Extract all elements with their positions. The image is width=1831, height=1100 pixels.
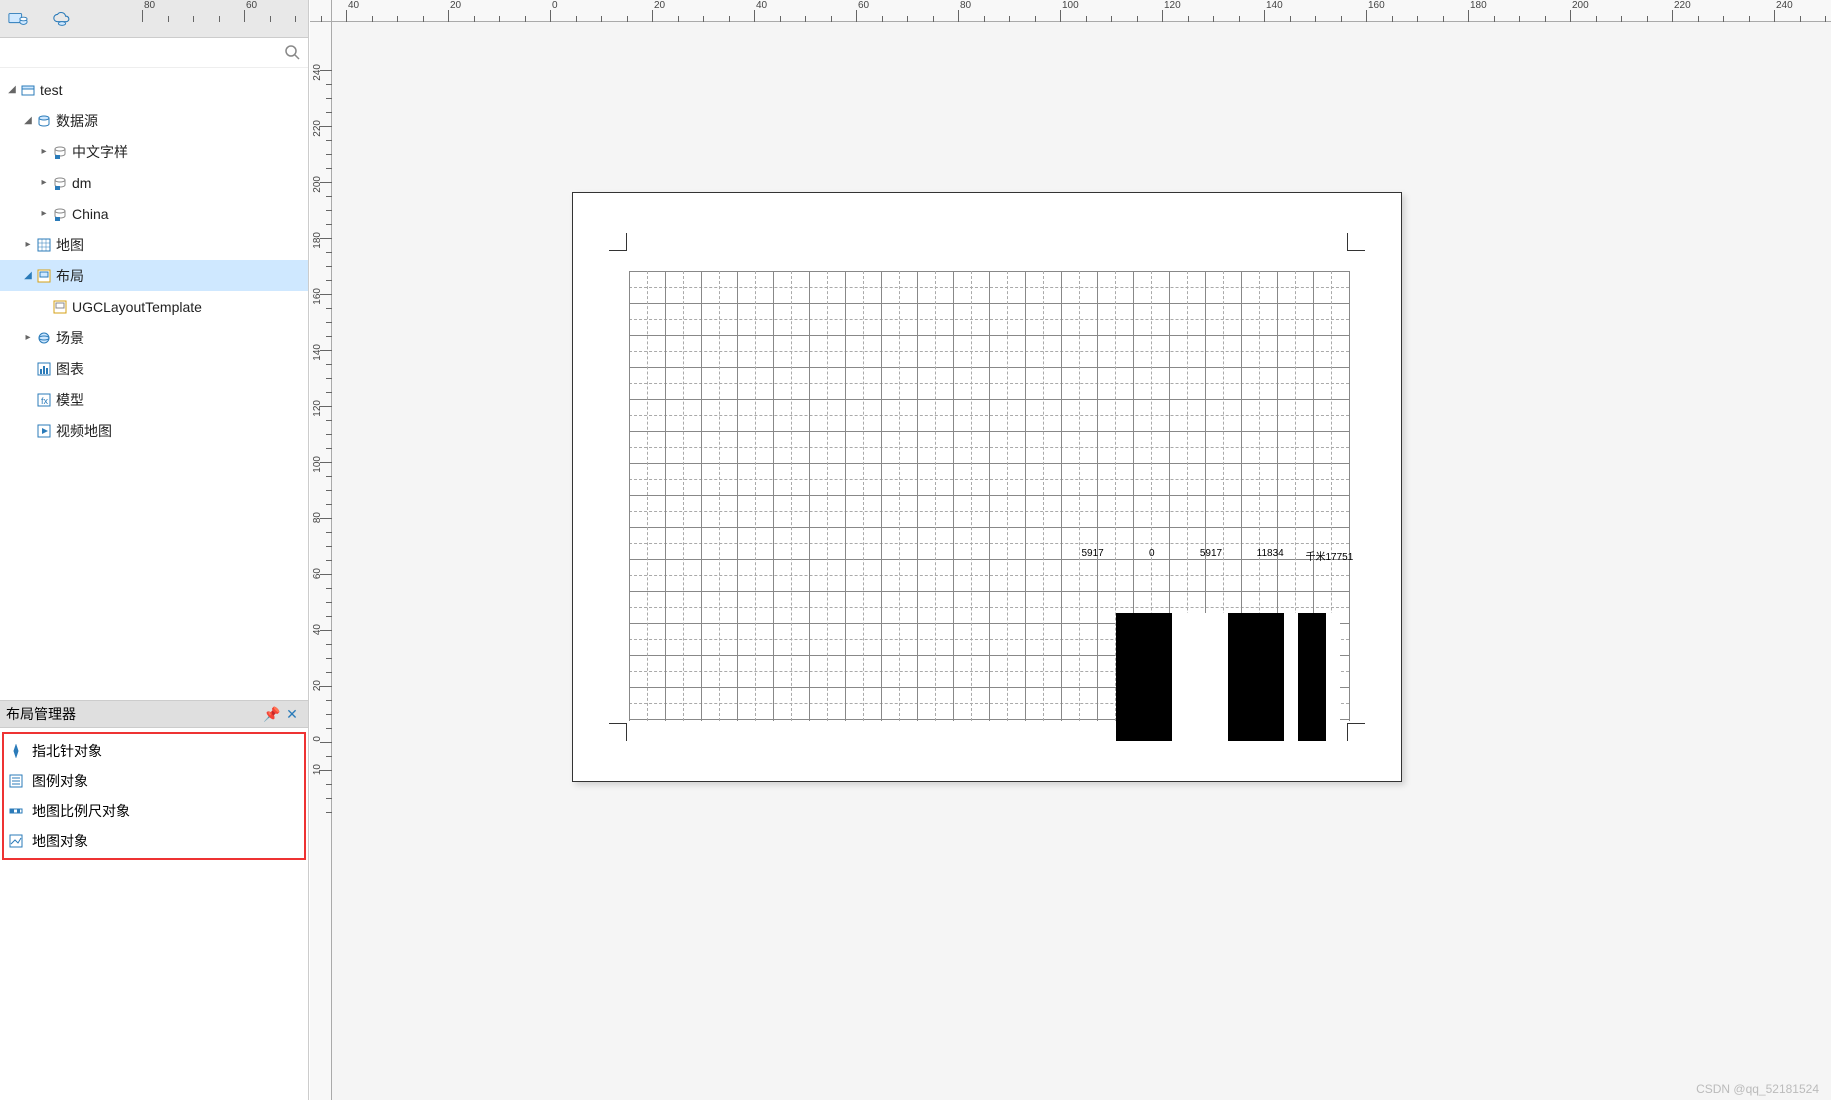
tree-node-label: test bbox=[40, 82, 63, 98]
crop-mark bbox=[1347, 233, 1365, 251]
expand-icon[interactable]: ▸ bbox=[20, 330, 36, 346]
tree-node-label: dm bbox=[72, 175, 91, 191]
layout-object[interactable]: 图例对象 bbox=[6, 766, 302, 796]
expand-icon[interactable]: ▸ bbox=[36, 144, 52, 160]
layout-viewport[interactable]: 千米17751 11834 5917 0 5917 bbox=[332, 22, 1831, 1100]
expand-icon[interactable]: ▸ bbox=[36, 206, 52, 222]
pin-icon[interactable]: 📌 bbox=[262, 706, 282, 723]
scalebar-value: 5917 bbox=[1063, 548, 1122, 563]
layout-object-label: 图例对象 bbox=[32, 771, 88, 791]
db-icon bbox=[52, 144, 68, 160]
layout-object-label: 指北针对象 bbox=[32, 741, 102, 761]
db-icon bbox=[52, 206, 68, 222]
cloud-datasource-button[interactable] bbox=[52, 9, 72, 29]
scalebar-labels: 千米17751 11834 5917 0 5917 bbox=[1061, 548, 1361, 563]
ruler-vertical[interactable]: 24022020018016014012010080604020010 bbox=[310, 22, 332, 1100]
tree-node-label: 地图 bbox=[56, 235, 84, 255]
chart-icon bbox=[36, 361, 52, 377]
tree-layout[interactable]: ◢ 布局 bbox=[0, 260, 308, 291]
tree-datasource[interactable]: ◢ 数据源 bbox=[0, 105, 308, 136]
tree-chart[interactable]: ▸ 图表 bbox=[0, 353, 308, 384]
workspace-tree[interactable]: ◢ test ◢ 数据源 ▸ 中文字样 ▸ dm ▸ China bbox=[0, 68, 308, 700]
legend-icon bbox=[8, 773, 24, 789]
layout-page[interactable]: 千米17751 11834 5917 0 5917 bbox=[572, 192, 1402, 782]
tree-node-label: UGCLayoutTemplate bbox=[72, 299, 202, 315]
datasource-icon bbox=[36, 113, 52, 129]
scalebar-value: 5917 bbox=[1181, 548, 1240, 563]
panel-title: 布局管理器 bbox=[6, 704, 262, 724]
tree-root[interactable]: ◢ test bbox=[0, 74, 308, 105]
layout-template-icon bbox=[52, 299, 68, 315]
db-icon bbox=[52, 175, 68, 191]
search-input[interactable] bbox=[6, 45, 284, 60]
video-icon bbox=[36, 423, 52, 439]
compass-icon bbox=[8, 743, 24, 759]
crop-mark bbox=[609, 723, 627, 741]
layout-manager-panel: 布局管理器 📌 ✕ 指北针对象 图例对象 地图比例尺对象 bbox=[0, 700, 308, 1100]
scalebar-value: 千米17751 bbox=[1300, 548, 1359, 563]
tree-node-label: 中文字样 bbox=[72, 142, 128, 162]
sidebar: ◢ test ◢ 数据源 ▸ 中文字样 ▸ dm ▸ China bbox=[0, 0, 309, 1100]
ruler-horizontal[interactable]: 8060402002040608010012014016018020022024… bbox=[332, 0, 1831, 22]
workspace-icon bbox=[20, 82, 36, 98]
expand-icon[interactable]: ▸ bbox=[20, 237, 36, 253]
layout-manager-body: 指北针对象 图例对象 地图比例尺对象 地图对象 bbox=[0, 728, 308, 1100]
crop-mark bbox=[1347, 723, 1365, 741]
tree-ds-item[interactable]: ▸ China bbox=[0, 198, 308, 229]
scalebar-object[interactable]: 千米17751 11834 5917 0 5917 bbox=[1061, 548, 1361, 563]
expand-icon[interactable]: ◢ bbox=[4, 82, 20, 98]
local-datasource-button[interactable] bbox=[8, 9, 28, 29]
tree-video-map[interactable]: ▸ 视频地图 bbox=[0, 415, 308, 446]
canvas-area: 8060402002040608010012014016018020022024… bbox=[310, 0, 1831, 1100]
legend-object[interactable] bbox=[1116, 613, 1341, 741]
layout-object-label: 地图对象 bbox=[32, 831, 88, 851]
tree-node-label: China bbox=[72, 206, 109, 222]
tree-layout-item[interactable]: ▸ UGCLayoutTemplate bbox=[0, 291, 308, 322]
scalebar-value: 0 bbox=[1122, 548, 1181, 563]
tree-node-label: 模型 bbox=[56, 390, 84, 410]
scalebar-value: 11834 bbox=[1241, 548, 1300, 563]
tree-map[interactable]: ▸ 地图 bbox=[0, 229, 308, 260]
tree-scene[interactable]: ▸ 场景 bbox=[0, 322, 308, 353]
scene-icon bbox=[36, 330, 52, 346]
crop-mark bbox=[609, 233, 627, 251]
expand-icon[interactable]: ◢ bbox=[20, 113, 36, 129]
svg-text:fx: fx bbox=[41, 396, 49, 406]
map-icon bbox=[36, 237, 52, 253]
close-icon[interactable]: ✕ bbox=[282, 706, 302, 723]
tree-node-label: 数据源 bbox=[56, 111, 98, 131]
map-object-icon bbox=[8, 833, 24, 849]
tree-node-label: 视频地图 bbox=[56, 421, 112, 441]
tree-node-label: 布局 bbox=[56, 266, 84, 286]
model-icon: fx bbox=[36, 392, 52, 408]
tree-model[interactable]: ▸ fx 模型 bbox=[0, 384, 308, 415]
layout-object[interactable]: 指北针对象 bbox=[6, 736, 302, 766]
expand-icon[interactable]: ◢ bbox=[20, 268, 36, 284]
search-row bbox=[0, 38, 308, 68]
expand-icon[interactable]: ▸ bbox=[36, 175, 52, 191]
layout-icon bbox=[36, 268, 52, 284]
tree-node-label: 图表 bbox=[56, 359, 84, 379]
layout-manager-header: 布局管理器 📌 ✕ bbox=[0, 700, 308, 728]
tree-node-label: 场景 bbox=[56, 328, 84, 348]
watermark: CSDN @qq_52181524 bbox=[1696, 1082, 1819, 1096]
layout-objects-highlight: 指北针对象 图例对象 地图比例尺对象 地图对象 bbox=[2, 732, 306, 860]
tree-ds-item[interactable]: ▸ 中文字样 bbox=[0, 136, 308, 167]
scalebar-icon bbox=[8, 803, 24, 819]
tree-ds-item[interactable]: ▸ dm bbox=[0, 167, 308, 198]
layout-object[interactable]: 地图对象 bbox=[6, 826, 302, 856]
layout-object-label: 地图比例尺对象 bbox=[32, 801, 130, 821]
layout-object[interactable]: 地图比例尺对象 bbox=[6, 796, 302, 826]
search-icon[interactable] bbox=[284, 44, 302, 62]
